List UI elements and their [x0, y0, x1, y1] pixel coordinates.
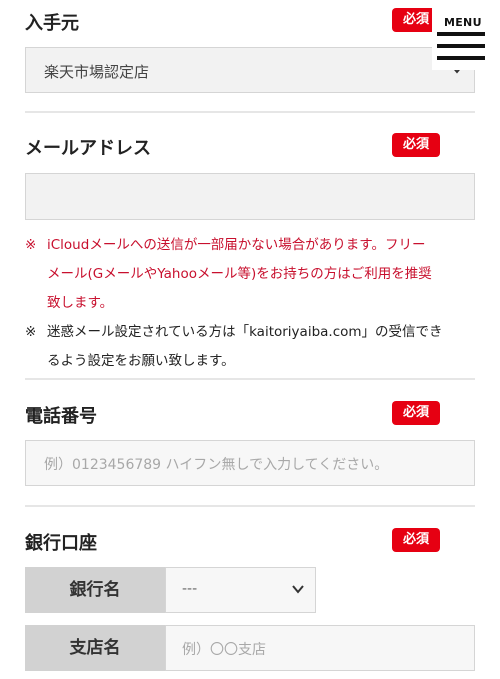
bank-name-row: 銀行名 ---	[25, 567, 316, 613]
note-mark: ※	[25, 237, 37, 253]
note-mark: ※	[25, 324, 37, 340]
bank-name-select[interactable]: ---	[165, 567, 316, 613]
chevron-down-icon	[292, 585, 304, 594]
phone-input[interactable]: 例）0123456789 ハイフン無しで入力してください。	[25, 440, 475, 486]
branch-row: 支店名 例）〇〇支店	[25, 625, 475, 671]
note-line: 致します。	[47, 295, 114, 311]
branch-input[interactable]: 例）〇〇支店	[165, 625, 475, 671]
source-select[interactable]: 楽天市場認定店	[25, 47, 475, 93]
bank-label: 銀行口座	[25, 533, 97, 554]
email-field[interactable]	[25, 173, 475, 220]
phone-label: 電話番号	[25, 406, 97, 427]
bank-required-badge: 必須	[392, 528, 440, 552]
bank-name-label: 銀行名	[25, 567, 165, 613]
branch-label: 支店名	[25, 625, 165, 671]
note-line: メール(GメールやYahooメール等)をお持ちの方はご利用を推奨	[47, 266, 432, 282]
source-section: 入手元 必須 楽天市場認定店	[25, 0, 475, 100]
phone-placeholder: 例）0123456789 ハイフン無しで入力してください。	[44, 457, 389, 473]
note-icloud: ※ iCloudメールへの送信が一部届かない場合があります。フリー メール(Gメ…	[25, 231, 475, 318]
email-required-badge: 必須	[392, 133, 440, 157]
branch-placeholder: 例）〇〇支店	[182, 642, 266, 658]
email-label: メールアドレス	[25, 138, 151, 159]
source-label: 入手元	[25, 13, 79, 34]
bank-section: 銀行口座 必須	[25, 506, 475, 566]
hamburger-icon	[437, 44, 485, 48]
phone-section: 電話番号 必須 例）0123456789 ハイフン無しで入力してください。	[25, 379, 475, 489]
note-line: るよう設定をお願い致します。	[47, 353, 235, 369]
menu-button[interactable]: MENU	[432, 8, 492, 70]
menu-label: MENU	[444, 16, 482, 29]
email-section: メールアドレス 必須	[25, 112, 475, 222]
email-notes: ※ iCloudメールへの送信が一部届かない場合があります。フリー メール(Gメ…	[25, 231, 475, 376]
note-line: 迷惑メール設定されている方は「kaitoriyaiba.com」の受信でき	[47, 324, 443, 340]
phone-required-badge: 必須	[392, 401, 440, 425]
bank-name-value: ---	[182, 581, 198, 597]
source-select-value: 楽天市場認定店	[44, 63, 150, 81]
hamburger-icon	[437, 32, 485, 36]
note-line: iCloudメールへの送信が一部届かない場合があります。フリー	[47, 237, 426, 253]
hamburger-icon	[437, 56, 485, 60]
note-spam: ※ 迷惑メール設定されている方は「kaitoriyaiba.com」の受信でき …	[25, 318, 475, 376]
